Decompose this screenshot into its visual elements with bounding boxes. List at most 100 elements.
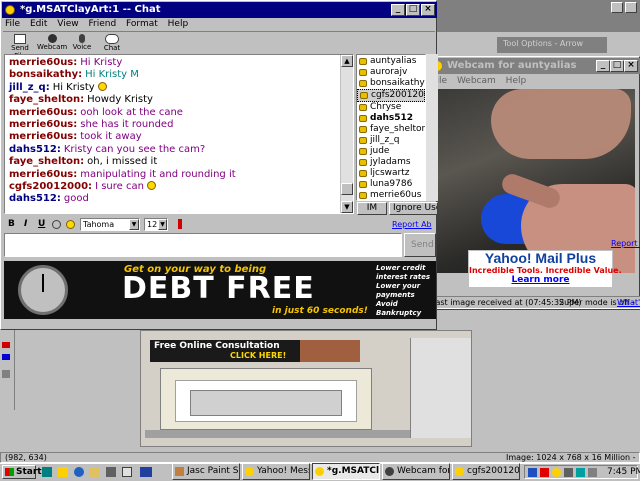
tool-color-mix[interactable]: [2, 370, 10, 378]
webcam-report-abuse-link[interactable]: Report Ab: [611, 239, 640, 248]
chat-scroll-down[interactable]: ▼: [341, 201, 353, 213]
ql-word-icon[interactable]: [140, 467, 152, 477]
user-list-item[interactable]: Chryse: [357, 102, 425, 113]
chat-message-nick[interactable]: bonsaikathy:: [9, 69, 82, 80]
user-list-item[interactable]: jude: [357, 146, 425, 157]
webcam-menu-webcam[interactable]: Webcam: [457, 76, 496, 86]
debt-free-banner-ad[interactable]: Get on your way to being DEBT FREE in ju…: [4, 261, 436, 319]
font-name-dropdown-icon[interactable]: ▼: [129, 219, 139, 230]
tray-volume-icon[interactable]: [564, 468, 573, 477]
user-list-scrollbar[interactable]: [426, 54, 438, 201]
text-color-icon[interactable]: [52, 220, 61, 229]
task-paint-shop[interactable]: Jasc Paint Sho...: [172, 463, 240, 480]
webcam-titlebar[interactable]: Webcam for auntyalias _ □ ×: [429, 58, 640, 74]
chat-message-nick[interactable]: merrie60us:: [9, 107, 77, 118]
tray-network-icon[interactable]: [528, 468, 537, 477]
audible-icon[interactable]: [178, 219, 182, 229]
user-list-item[interactable]: dahs512: [357, 113, 425, 124]
bold-button[interactable]: B: [8, 219, 15, 229]
ql-app-icon[interactable]: [106, 467, 116, 477]
user-list-item[interactable]: ljcswartz: [357, 168, 425, 179]
webcam-minimize-button[interactable]: _: [596, 60, 610, 72]
user-list-item[interactable]: aurorajv: [357, 67, 425, 78]
chat-scroll-up[interactable]: ▲: [341, 55, 353, 67]
webcam-menu-help[interactable]: Help: [506, 76, 527, 86]
user-list-item[interactable]: faye_shelton: [357, 124, 425, 135]
task-yahoo-messenger[interactable]: Yahoo! Messen...: [242, 463, 310, 480]
menu-edit[interactable]: Edit: [30, 19, 47, 29]
chat-message-nick[interactable]: merrie60us:: [9, 131, 77, 142]
menu-friend[interactable]: Friend: [88, 19, 116, 29]
chat-message-nick[interactable]: jill_z_q:: [9, 82, 50, 93]
user-list-item[interactable]: jill_z_q: [357, 135, 425, 146]
im-button[interactable]: IM: [357, 202, 387, 215]
ignore-user-button[interactable]: Ignore Use: [389, 202, 438, 215]
underline-button[interactable]: U: [38, 219, 45, 229]
ql-outlook-icon[interactable]: [58, 467, 68, 477]
start-button[interactable]: Start: [2, 465, 42, 479]
chat-message-nick[interactable]: cgfs20012000:: [9, 181, 92, 192]
tray-clock[interactable]: 7:45 PM: [607, 467, 640, 477]
webcam-button[interactable]: Webcam: [37, 33, 67, 53]
yahoo-messenger-icon: [245, 467, 254, 476]
task-webcam-window[interactable]: Webcam for au...: [382, 463, 450, 480]
webcam-whats-this-link[interactable]: What's t: [617, 297, 640, 308]
ql-browser-icon[interactable]: [74, 467, 84, 477]
chat-close-button[interactable]: ×: [421, 4, 435, 16]
bg-window-maximize[interactable]: [625, 2, 637, 13]
user-list-item[interactable]: merrie60us: [357, 190, 425, 200]
menu-view[interactable]: View: [57, 19, 78, 29]
chat-message-nick[interactable]: merrie60us:: [9, 57, 77, 68]
ql-mail-icon[interactable]: [122, 467, 132, 477]
task-cgfs-window[interactable]: cgfs20012000'...: [452, 463, 520, 480]
user-list-item[interactable]: cgfs20012000: [357, 89, 425, 102]
ql-explorer-icon[interactable]: [90, 467, 100, 477]
chat-message-nick[interactable]: dahs512:: [9, 193, 61, 204]
user-status-icon: [359, 137, 367, 144]
tray-clock-app-icon[interactable]: [576, 468, 585, 477]
chat-message-pane[interactable]: merrie60us: Hi Kristy bonsaikathy: Hi Krist…: [4, 54, 354, 214]
webcam-close-button[interactable]: ×: [624, 60, 638, 72]
font-size-dropdown-icon[interactable]: ▼: [158, 219, 167, 230]
chat-message-nick[interactable]: dahs512:: [9, 144, 61, 155]
yahoo-mail-ad-link[interactable]: Learn more: [469, 275, 612, 285]
chat-titlebar[interactable]: *g.MSATClayArt:1 -- Chat _ □ ×: [2, 2, 437, 18]
webcam-maximize-button[interactable]: □: [610, 60, 624, 72]
voice-button[interactable]: Voice: [69, 33, 95, 53]
chat-message-nick[interactable]: faye_shelton:: [9, 156, 84, 167]
task-chat-window[interactable]: *g.MSATCla...: [312, 463, 380, 480]
chat-message-nick[interactable]: faye_shelton:: [9, 94, 84, 105]
font-size-select[interactable]: 12 ▼: [144, 218, 168, 231]
send-button[interactable]: Send: [404, 233, 436, 257]
report-abuse-link[interactable]: Report Ab: [392, 220, 432, 229]
tray-messenger-icon[interactable]: [552, 468, 561, 477]
chat-button[interactable]: Chat: [99, 33, 125, 53]
chat-minimize-button[interactable]: _: [391, 4, 405, 16]
user-list-item[interactable]: luna9786: [357, 179, 425, 190]
chat-message-nick[interactable]: merrie60us:: [9, 169, 77, 180]
menu-format[interactable]: Format: [126, 19, 158, 29]
chat-maximize-button[interactable]: □: [406, 4, 420, 16]
tray-antivirus-icon[interactable]: [540, 468, 549, 477]
chat-message-nick[interactable]: merrie60us:: [9, 119, 77, 130]
user-list-item[interactable]: bonsaikathy: [357, 78, 425, 89]
smiley-picker-icon[interactable]: [66, 220, 75, 229]
tray-display-icon[interactable]: [588, 468, 597, 477]
tool-color-blue[interactable]: [2, 354, 10, 360]
user-list-item[interactable]: auntyalias: [357, 56, 425, 67]
user-list-item[interactable]: jyladams: [357, 157, 425, 168]
ql-show-desktop-icon[interactable]: [42, 467, 52, 477]
italic-button[interactable]: I: [24, 219, 27, 229]
chat-scroll-thumb[interactable]: [341, 183, 353, 195]
user-list[interactable]: auntyaliasaurorajvbonsaikathy cgfs2001200…: [356, 54, 426, 201]
tool-color-red[interactable]: [2, 342, 10, 348]
chat-scrollbar[interactable]: ▲ ▼: [340, 55, 353, 213]
menu-help[interactable]: Help: [168, 19, 189, 29]
menu-file[interactable]: File: [5, 19, 20, 29]
font-size-value: 12: [147, 220, 158, 229]
chat-input-field[interactable]: [4, 233, 402, 257]
yahoo-mail-ad[interactable]: Yahoo! Mail Plus Incredible Tools. Incre…: [468, 250, 622, 288]
send-file-button[interactable]: Send File: [5, 33, 35, 60]
bg-window-minimize[interactable]: [611, 2, 623, 13]
font-name-select[interactable]: Tahoma ▼: [80, 218, 140, 231]
